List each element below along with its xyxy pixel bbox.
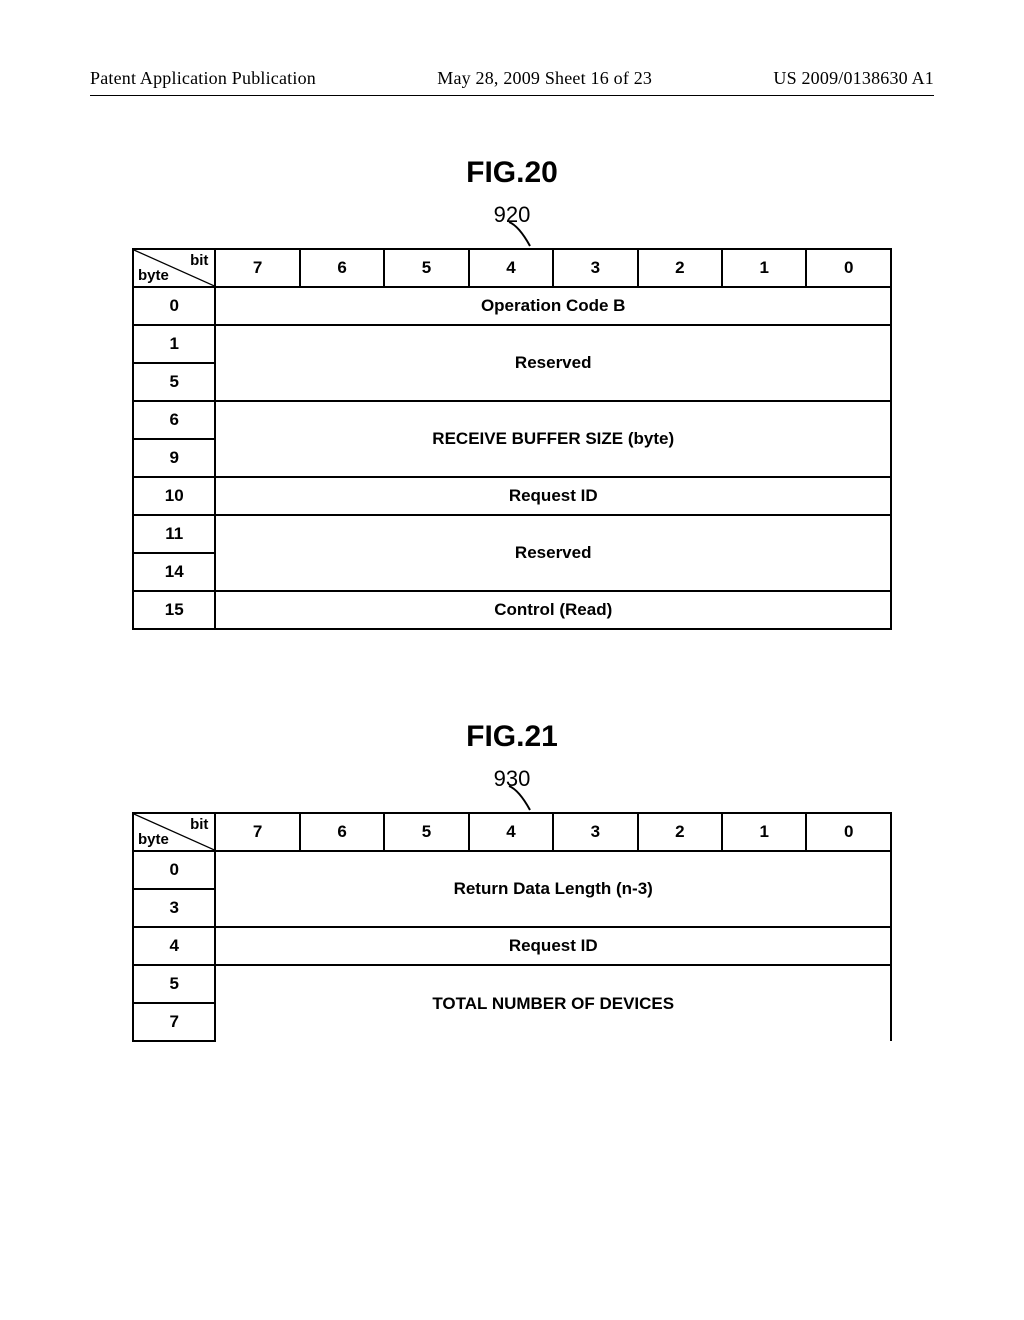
header-center: May 28, 2009 Sheet 16 of 23 (437, 68, 652, 89)
table-row: 6 RECEIVE BUFFER SIZE (byte) (133, 401, 891, 439)
field-cell: Operation Code B (215, 287, 891, 325)
byte-index-cell: 14 (133, 553, 215, 591)
figure-20-title: FIG.20 (90, 156, 934, 190)
field-cell: RECEIVE BUFFER SIZE (byte) (215, 401, 891, 477)
leader-line-icon (504, 784, 544, 814)
corner-byte-label: byte (138, 267, 169, 284)
table-row: 15 Control (Read) (133, 591, 891, 629)
bit-col-header: 5 (384, 249, 468, 287)
byte-index-cell: 6 (133, 401, 215, 439)
table-row: 4 Request ID (133, 927, 891, 965)
field-cell: Reserved (215, 515, 891, 591)
bit-col-header: 7 (215, 813, 299, 851)
bit-col-header: 2 (638, 249, 722, 287)
field-cell: Reserved (215, 325, 891, 401)
corner-bit-label: bit (190, 816, 208, 833)
byte-index-cell: 3 (133, 889, 215, 927)
figure-21-title: FIG.21 (90, 720, 934, 754)
bit-col-header: 1 (722, 249, 806, 287)
bit-col-header: 4 (469, 249, 553, 287)
leader-line-icon (504, 220, 544, 250)
corner-bit-label: bit (190, 252, 208, 269)
table-row: 11 Reserved (133, 515, 891, 553)
byte-index-cell: 7 (133, 1003, 215, 1041)
figure-20-ref-callout: 920 (90, 202, 934, 246)
page-header: Patent Application Publication May 28, 2… (90, 68, 934, 89)
page: Patent Application Publication May 28, 2… (0, 0, 1024, 1320)
bit-col-header: 0 (806, 249, 891, 287)
bit-col-header: 3 (553, 813, 637, 851)
byte-index-cell: 1 (133, 325, 215, 363)
figure-20-table: bit byte 7 6 5 4 3 2 1 0 0 Operation Cod… (132, 248, 892, 630)
bit-col-header: 3 (553, 249, 637, 287)
table-row: 0 Operation Code B (133, 287, 891, 325)
table-header-row: bit byte 7 6 5 4 3 2 1 0 (133, 813, 891, 851)
bit-col-header: 6 (300, 249, 384, 287)
header-right: US 2009/0138630 A1 (773, 68, 934, 89)
byte-index-cell: 15 (133, 591, 215, 629)
bit-col-header: 6 (300, 813, 384, 851)
table-row: 0 Return Data Length (n-3) (133, 851, 891, 889)
table-row: 5 TOTAL NUMBER OF DEVICES (133, 965, 891, 1003)
byte-index-cell: 5 (133, 965, 215, 1003)
bit-col-header: 4 (469, 813, 553, 851)
figure-21-table: bit byte 7 6 5 4 3 2 1 0 0 Return Data L… (132, 812, 892, 1042)
bit-col-header: 7 (215, 249, 299, 287)
bit-col-header: 0 (806, 813, 891, 851)
field-cell: Return Data Length (n-3) (215, 851, 891, 927)
byte-index-cell: 9 (133, 439, 215, 477)
figure-21-ref-callout: 930 (90, 766, 934, 810)
table-row: 1 Reserved (133, 325, 891, 363)
byte-index-cell: 10 (133, 477, 215, 515)
table-row: 10 Request ID (133, 477, 891, 515)
byte-index-cell: 5 (133, 363, 215, 401)
byte-index-cell: 4 (133, 927, 215, 965)
corner-byte-label: byte (138, 831, 169, 848)
byte-index-cell: 0 (133, 287, 215, 325)
header-rule (90, 95, 934, 96)
byte-index-cell: 0 (133, 851, 215, 889)
header-left: Patent Application Publication (90, 68, 316, 89)
bit-byte-corner-cell: bit byte (133, 249, 215, 287)
field-cell: TOTAL NUMBER OF DEVICES (215, 965, 891, 1041)
byte-index-cell: 11 (133, 515, 215, 553)
bit-byte-corner-cell: bit byte (133, 813, 215, 851)
bit-col-header: 1 (722, 813, 806, 851)
field-cell: Request ID (215, 477, 891, 515)
bit-col-header: 5 (384, 813, 468, 851)
field-cell: Control (Read) (215, 591, 891, 629)
table-header-row: bit byte 7 6 5 4 3 2 1 0 (133, 249, 891, 287)
field-cell: Request ID (215, 927, 891, 965)
bit-col-header: 2 (638, 813, 722, 851)
